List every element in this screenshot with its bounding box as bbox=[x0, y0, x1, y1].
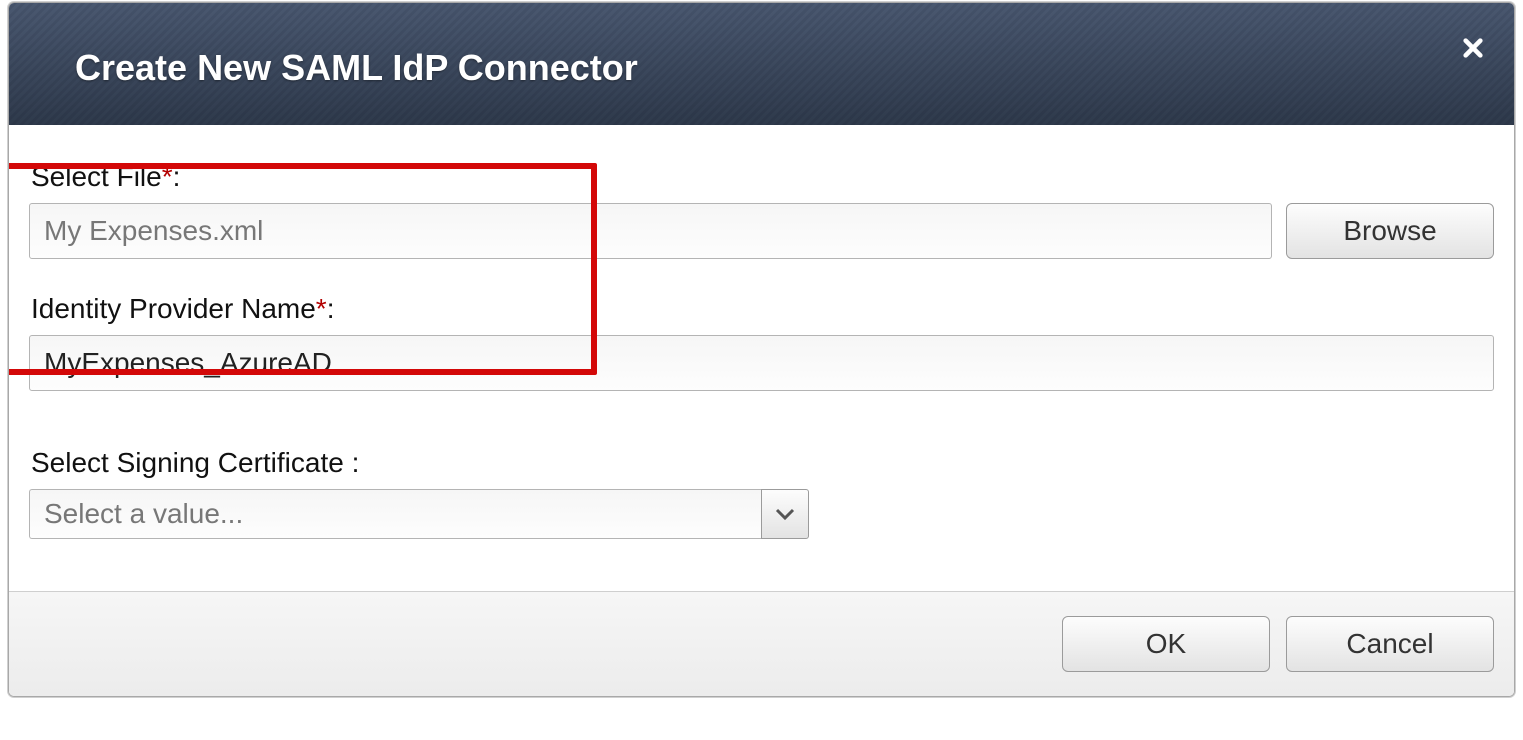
dialog-title: Create New SAML IdP Connector bbox=[75, 47, 1486, 89]
select-file-row: Browse bbox=[29, 203, 1494, 259]
chevron-down-icon bbox=[775, 506, 795, 522]
dialog-footer: OK Cancel bbox=[9, 591, 1514, 696]
dialog-body: Select File*: Browse Identity Provider N… bbox=[9, 125, 1514, 591]
close-icon bbox=[1462, 37, 1484, 59]
signing-cert-select[interactable]: Select a value... bbox=[29, 489, 809, 539]
dialog-window: Create New SAML IdP Connector Select Fil… bbox=[8, 2, 1515, 697]
idp-name-input[interactable] bbox=[29, 335, 1494, 391]
dialog-header: Create New SAML IdP Connector bbox=[9, 3, 1514, 125]
idp-name-label: Identity Provider Name*: bbox=[31, 293, 1494, 325]
signing-cert-label: Select Signing Certificate : bbox=[31, 447, 1494, 479]
browse-button[interactable]: Browse bbox=[1286, 203, 1494, 259]
signing-cert-dropdown-button[interactable] bbox=[761, 489, 809, 539]
select-file-input[interactable] bbox=[29, 203, 1272, 259]
close-button[interactable] bbox=[1456, 31, 1490, 65]
cancel-button[interactable]: Cancel bbox=[1286, 616, 1494, 672]
ok-button[interactable]: OK bbox=[1062, 616, 1270, 672]
signing-cert-value: Select a value... bbox=[29, 489, 761, 539]
select-file-label: Select File*: bbox=[31, 161, 1494, 193]
